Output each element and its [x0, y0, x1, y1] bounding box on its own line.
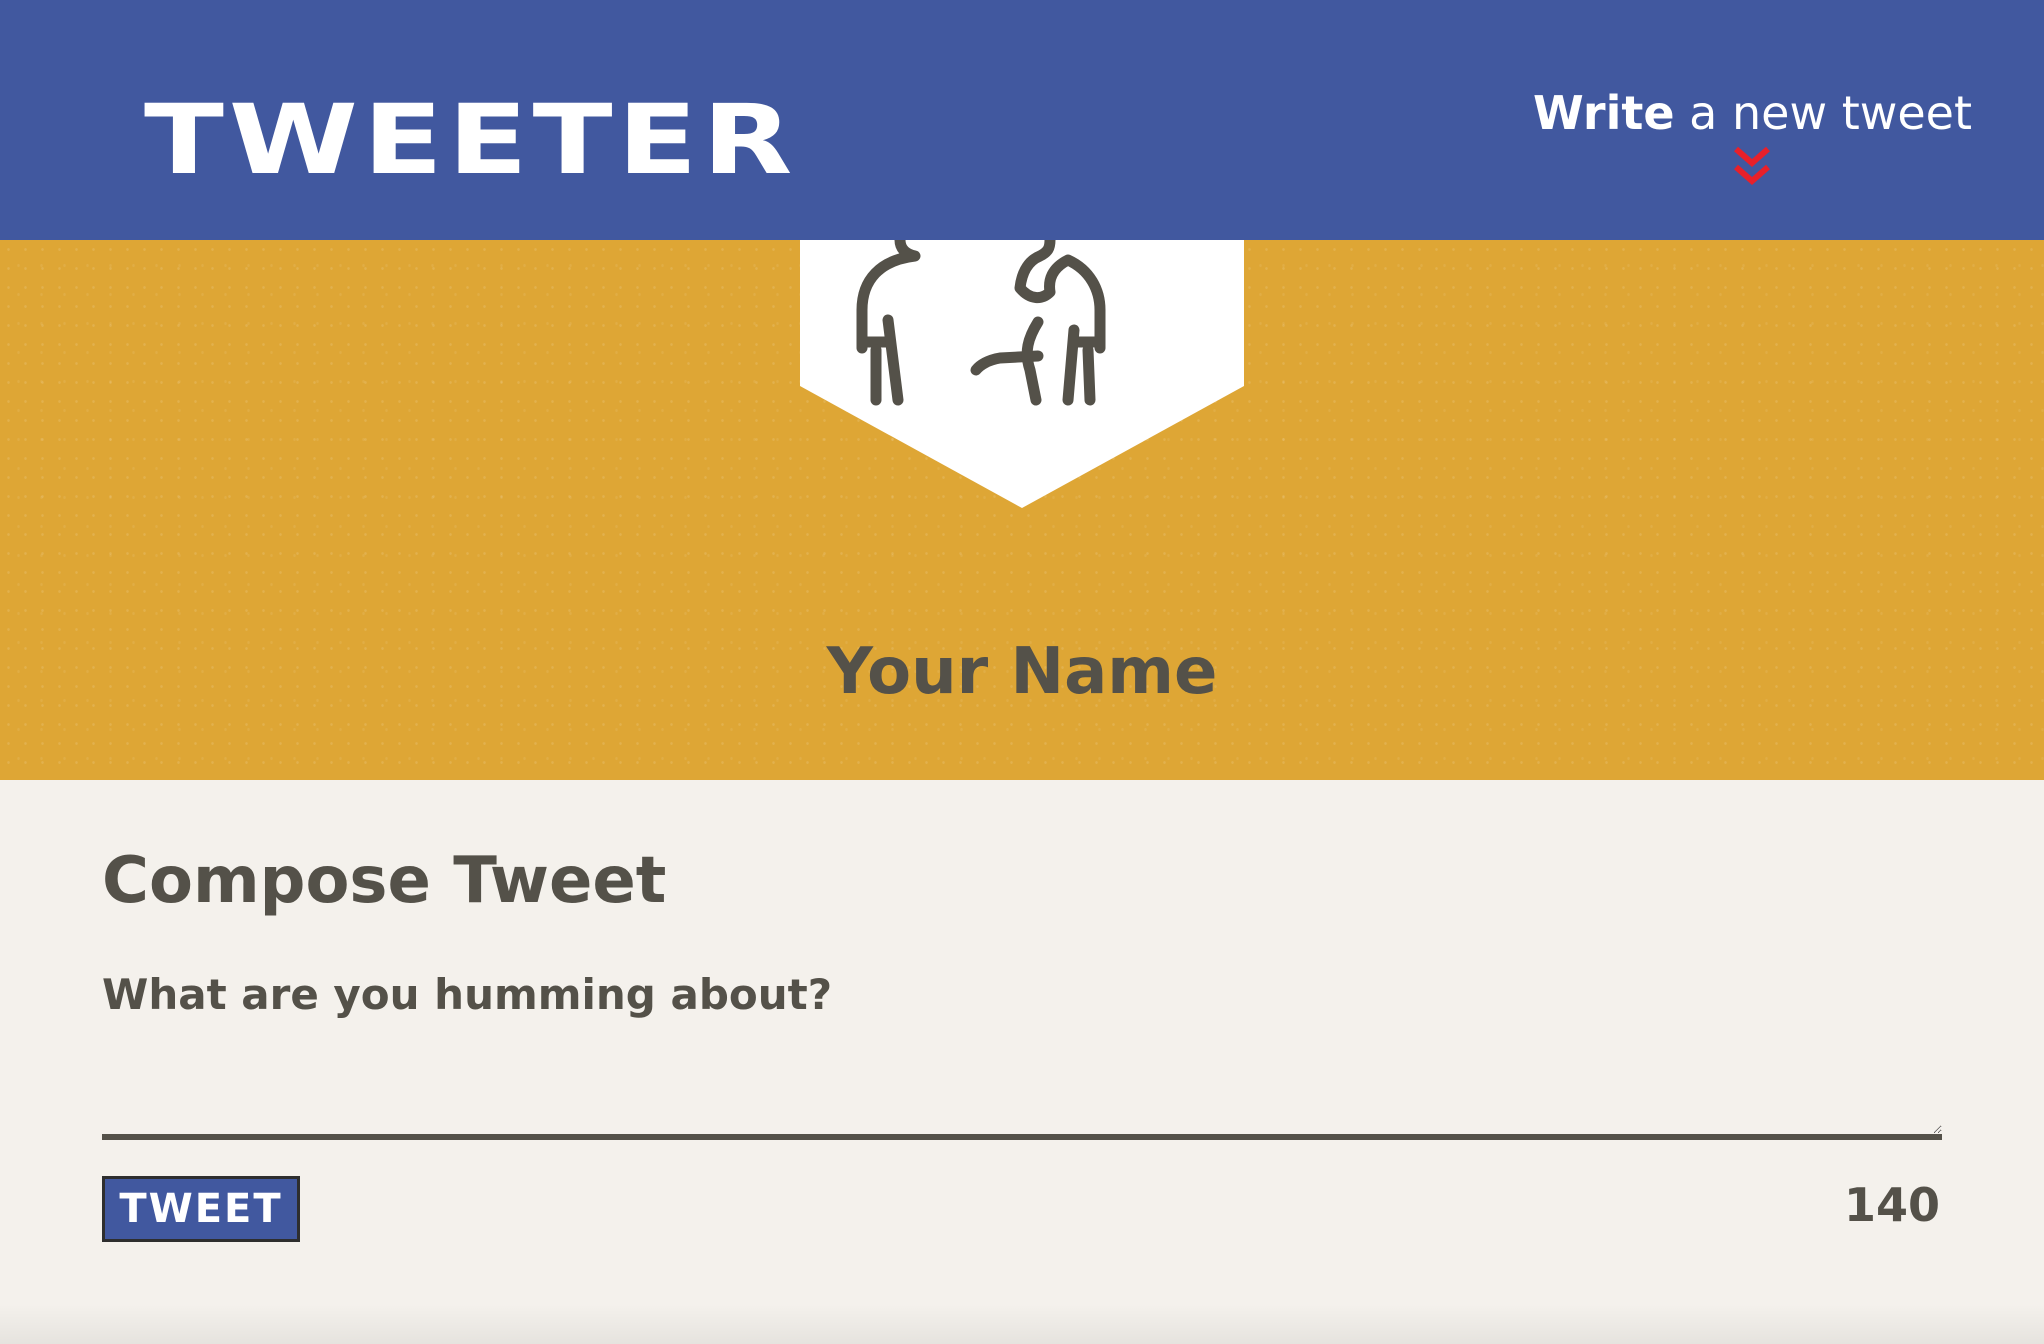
tweet-button[interactable]: TWEET [102, 1176, 300, 1242]
compose-title: Compose Tweet [102, 844, 667, 918]
write-link-strong-text: Write [1532, 86, 1675, 140]
character-counter: 140 [1843, 1178, 1940, 1232]
profile-banner: Your Name [0, 240, 2044, 780]
write-link-rest-text: a new tweet [1674, 86, 1972, 140]
profile-name: Your Name [826, 635, 1218, 709]
compose-section: Compose Tweet TWEET 140 [0, 780, 2044, 1344]
top-nav: TWEETER Write a new tweet [0, 0, 2044, 240]
bottom-shadow [0, 1304, 2044, 1344]
tweet-textarea[interactable] [102, 970, 1942, 1140]
user-avatar-icon [800, 240, 1244, 508]
app-logo[interactable]: TWEETER [144, 92, 797, 188]
double-chevron-down-icon[interactable] [1730, 143, 1774, 191]
write-new-tweet-link[interactable]: Write a new tweet [1533, 88, 1972, 191]
